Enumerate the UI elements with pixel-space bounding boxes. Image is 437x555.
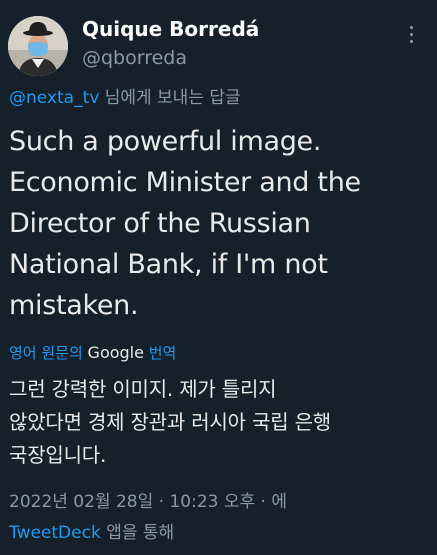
tweet-text: Such a powerful image. Economic Minister…: [9, 121, 429, 326]
tweet-source: TweetDeck 앱을 통해: [9, 520, 174, 546]
source-suffix: 앱을 통해: [100, 523, 175, 543]
avatar[interactable]: [8, 16, 68, 76]
replying-to: @nexta_tv 님에게 보내는 답글: [9, 86, 241, 110]
translate-suffix: 번역: [143, 344, 177, 362]
author-handle[interactable]: @qborreda: [82, 44, 259, 72]
translation-line: 국장입니다.: [9, 443, 107, 467]
source-app-link[interactable]: TweetDeck: [9, 523, 101, 543]
author-names: Quique Borredá @qborreda: [82, 16, 259, 72]
tweet-text-line: Economic Minister and the: [9, 167, 361, 198]
translation-line: 않았다면 경제 장관과 러시아 국립 은행: [9, 410, 331, 434]
translated-by-google-link[interactable]: 영어 원문의 Google 번역: [9, 342, 176, 364]
avatar-figure-icon: [8, 16, 68, 76]
reply-mention-link[interactable]: @nexta_tv: [9, 88, 99, 108]
more-dots-icon: [409, 24, 413, 45]
translate-prefix: 영어 원문의: [9, 344, 88, 362]
tweet-text-line: Such a powerful image.: [9, 126, 322, 157]
translated-text: 그런 강력한 이미지. 제가 틀리지 않았다면 경제 장관과 러시아 국립 은행…: [9, 373, 434, 472]
translation-line: 그런 강력한 이미지. 제가 틀리지: [9, 377, 277, 401]
tweet-text-line: Director of the Russian: [9, 208, 311, 239]
tweet-header: Quique Borredá @qborreda: [8, 10, 437, 76]
tweet-timestamp[interactable]: 2022년 02월 28일 · 10:23 오후 · 에: [9, 489, 287, 515]
tweet-text-line: mistaken.: [9, 290, 139, 321]
author-display-name[interactable]: Quique Borredá: [82, 16, 259, 42]
more-options-button[interactable]: [399, 22, 423, 46]
tweet-text-line: National Bank, if I'm not: [9, 249, 328, 280]
reply-suffix: 님에게 보내는 답글: [99, 88, 241, 108]
google-label: Google: [87, 343, 144, 362]
